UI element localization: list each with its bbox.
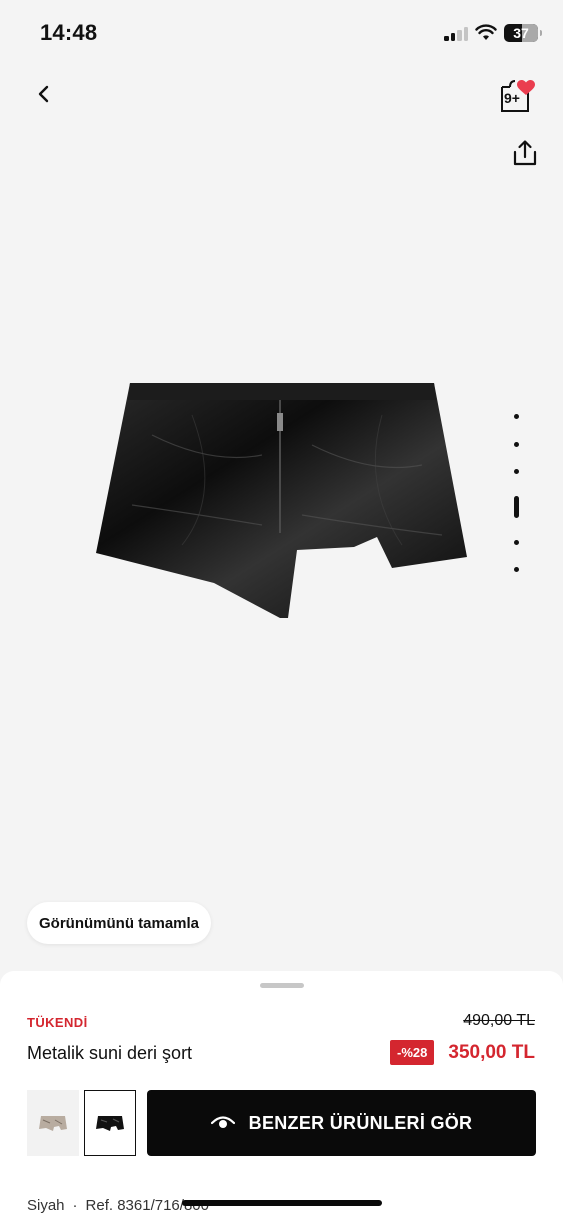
eye-icon [210,1116,235,1128]
discount-badge: -%28 [390,1040,435,1065]
color-swatch-2[interactable] [84,1090,136,1156]
pager-dot[interactable] [514,469,519,474]
color-swatch-1[interactable] [27,1090,79,1156]
old-price: 490,00 TL [463,1012,535,1029]
battery-icon: 37 [504,24,542,42]
back-button[interactable] [28,78,60,110]
status-time: 14:48 [40,20,98,45]
battery-level: 37 [513,25,529,41]
sheet-drag-handle[interactable] [260,983,304,988]
swatch-thumbnail-2 [96,1116,124,1131]
see-similar-button[interactable]: BENZER ÜRÜNLERİ GÖR [147,1090,536,1156]
shopping-bag-button[interactable]: 9+ [496,78,540,114]
pager-dot[interactable] [514,540,519,545]
gallery-pager [507,408,525,578]
product-image[interactable] [92,375,472,625]
current-price: 350,00 TL [448,1042,535,1063]
see-similar-label: BENZER ÜRÜNLERİ GÖR [248,1112,473,1133]
pager-dot[interactable] [514,414,519,419]
pager-dot[interactable] [514,442,519,447]
share-button[interactable] [510,138,540,168]
availability-label: TÜKENDİ [27,1015,88,1030]
color-name: Siyah [27,1197,65,1214]
pager-dot-active[interactable] [514,496,519,518]
product-name: Metalik suni deri şort [27,1043,193,1063]
product-meta: Siyah · Ref. 8361/716/800 [27,1197,209,1214]
home-indicator[interactable] [182,1200,382,1206]
wifi-icon [475,24,497,40]
cellular-signal-icon [444,25,470,41]
chevron-left-icon [38,85,49,103]
swatch-thumbnail-1 [39,1116,67,1131]
share-icon [513,140,537,166]
complete-look-button[interactable]: Görünümünü tamamla [27,902,212,944]
product-sheet: TÜKENDİ 490,00 TL Metalik suni deri şort… [0,971,563,1218]
status-bar: 14:48 37 [0,0,563,64]
bag-count-badge: 9+ [504,90,520,106]
pager-dot[interactable] [514,567,519,572]
meta-separator: · [72,1197,78,1214]
